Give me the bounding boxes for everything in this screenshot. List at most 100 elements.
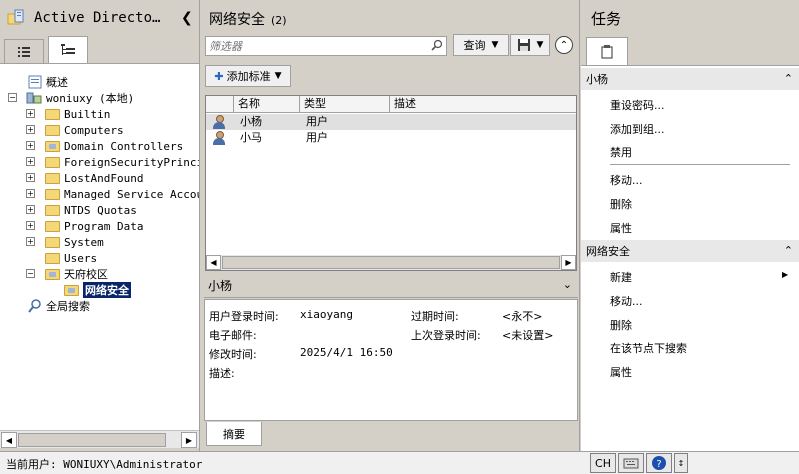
table-row[interactable]: 小马 用户 (206, 130, 576, 146)
tree-item-label: 概述 (46, 76, 68, 89)
tree-view-tab[interactable] (48, 36, 88, 63)
action-search-under-node[interactable]: 在该节点下搜索 (610, 340, 687, 356)
folder-icon (45, 124, 60, 136)
logon-name-label: 用户登录时间: (209, 310, 279, 323)
tree-item-container[interactable]: + LostAndFound (26, 170, 143, 186)
list-view-tab[interactable] (4, 39, 44, 63)
tree-item-container[interactable]: + Domain Controllers (26, 138, 183, 154)
tab-summary[interactable]: 摘要 (206, 422, 262, 446)
scroll-thumb[interactable] (222, 256, 560, 269)
column-header-type[interactable]: 类型 (300, 96, 390, 112)
tree-item-container[interactable]: + Managed Service Accour (26, 186, 199, 202)
navigation-tabs (0, 36, 199, 64)
add-criteria-label: 添加标准 (226, 70, 271, 83)
tree-item-container[interactable]: + ForeignSecurityPrincip (26, 154, 199, 170)
filter-box[interactable] (205, 36, 447, 56)
scroll-left-icon[interactable]: ◀ (206, 255, 221, 270)
tree-item-container[interactable]: + Program Data (26, 218, 143, 234)
column-header-description[interactable]: 描述 (390, 96, 576, 112)
action-disable[interactable]: 禁用 (610, 144, 632, 160)
collapse-icon[interactable]: − (26, 269, 35, 278)
tree-item-ou[interactable]: − 天府校区 (26, 266, 108, 282)
scroll-right-icon[interactable]: ▶ (181, 432, 197, 448)
domain-icon (26, 92, 42, 104)
expire-value: <永不> (502, 310, 543, 323)
action-properties[interactable]: 属性 (610, 220, 632, 236)
save-query-button[interactable]: ▼ (510, 34, 550, 56)
action-move[interactable]: 移动... (610, 172, 643, 188)
spin-arrows-icon[interactable]: ↕ (674, 453, 688, 473)
expand-icon[interactable]: + (26, 237, 35, 246)
expand-icon[interactable]: + (26, 141, 35, 150)
chevron-up-icon[interactable]: ⌃ (784, 244, 793, 257)
user-icon (212, 115, 226, 129)
action-delete-ou[interactable]: 删除 (610, 317, 632, 333)
submenu-arrow-icon: ▶ (782, 270, 789, 279)
tree-item-global-search[interactable]: 全局搜索 (28, 298, 90, 314)
collapse-icon[interactable]: − (8, 93, 17, 102)
filter-input[interactable] (206, 37, 421, 55)
expand-icon[interactable]: + (26, 125, 35, 134)
clipboard-icon (601, 44, 613, 58)
tree-item-container[interactable]: Users (45, 250, 97, 266)
save-icon (517, 39, 530, 51)
section-header-user[interactable]: 小杨 ⌃ (581, 68, 799, 90)
search-icon[interactable] (431, 39, 443, 54)
chevron-up-icon[interactable]: ⌃ (784, 72, 793, 85)
tasks-title: 任务 (591, 10, 622, 28)
tasks-tab[interactable] (586, 37, 628, 65)
help-icon[interactable]: ? (646, 453, 672, 473)
action-move-ou[interactable]: 移动... (610, 293, 643, 309)
keyboard-icon[interactable] (618, 453, 644, 473)
app-icon (7, 9, 24, 25)
tree-item-label: Program Data (64, 219, 144, 233)
query-button[interactable]: 查询 ▼ (453, 34, 509, 56)
tree-item-container[interactable]: + NTDS Quotas (26, 202, 137, 218)
chevron-down-icon[interactable]: ⌄ (563, 278, 572, 291)
scroll-thumb[interactable] (18, 433, 166, 447)
scroll-left-icon[interactable]: ◀ (1, 432, 17, 448)
folder-icon (45, 220, 60, 232)
expand-icon[interactable]: + (26, 205, 35, 214)
ou-icon (45, 140, 60, 152)
tree-item-selected-ou[interactable]: 网络安全 (64, 282, 131, 298)
section-header-ou[interactable]: 网络安全 ⌃ (581, 240, 799, 262)
tree-item-domain[interactable]: − woniuxy (本地) (8, 90, 134, 106)
results-horizontal-scrollbar[interactable]: ◀ ▶ (206, 255, 576, 270)
ime-indicator[interactable]: CH (590, 453, 616, 473)
collapse-up-icon[interactable]: ⌃ (555, 36, 573, 54)
action-new[interactable]: 新建 (610, 269, 632, 285)
tree-item-overview[interactable]: 概述 (28, 74, 68, 90)
last-logon-value: <未设置> (502, 329, 554, 342)
action-add-to-group[interactable]: 添加到组... (610, 121, 665, 137)
expand-icon[interactable]: + (26, 173, 35, 182)
tree-item-label: Builtin (64, 107, 111, 121)
column-header-name[interactable]: 名称 (234, 96, 300, 112)
folder-icon (45, 156, 60, 168)
logon-name-value: xiaoyang (300, 308, 353, 321)
tree-item-container[interactable]: + System (26, 234, 104, 250)
expand-icon[interactable]: + (26, 109, 35, 118)
description-label: 描述: (209, 367, 235, 380)
action-delete[interactable]: 删除 (610, 196, 632, 212)
last-logon-label: 上次登录时间: (411, 329, 481, 342)
expand-icon[interactable]: + (26, 189, 35, 198)
search-icon (28, 299, 41, 313)
navigation-header: Active Directo… ❮ (0, 0, 199, 36)
row-name: 小马 (240, 131, 262, 144)
expand-icon[interactable]: + (26, 221, 35, 230)
table-row[interactable]: 小杨 用户 (206, 114, 576, 130)
add-criteria-button[interactable]: ✚ 添加标准 ▼ (205, 65, 291, 87)
folder-icon (45, 188, 60, 200)
tree-horizontal-scrollbar[interactable]: ◀ ▶ (0, 430, 199, 448)
expand-icon[interactable]: + (26, 157, 35, 166)
collapse-navigation-icon[interactable]: ❮ (181, 10, 193, 26)
scroll-right-icon[interactable]: ▶ (561, 255, 576, 270)
tree-item-label: Computers (64, 123, 124, 137)
tree-item-container[interactable]: + Computers (26, 122, 124, 138)
action-properties-ou[interactable]: 属性 (610, 364, 632, 380)
ime-label: CH (595, 456, 611, 470)
tree-item-container[interactable]: + Builtin (26, 106, 110, 122)
action-reset-password[interactable]: 重设密码... (610, 97, 665, 113)
detail-pane: 小杨 ⌄ 用户登录时间: xiaoyang 过期时间: <永不> 电子邮件: 上… (204, 274, 578, 449)
